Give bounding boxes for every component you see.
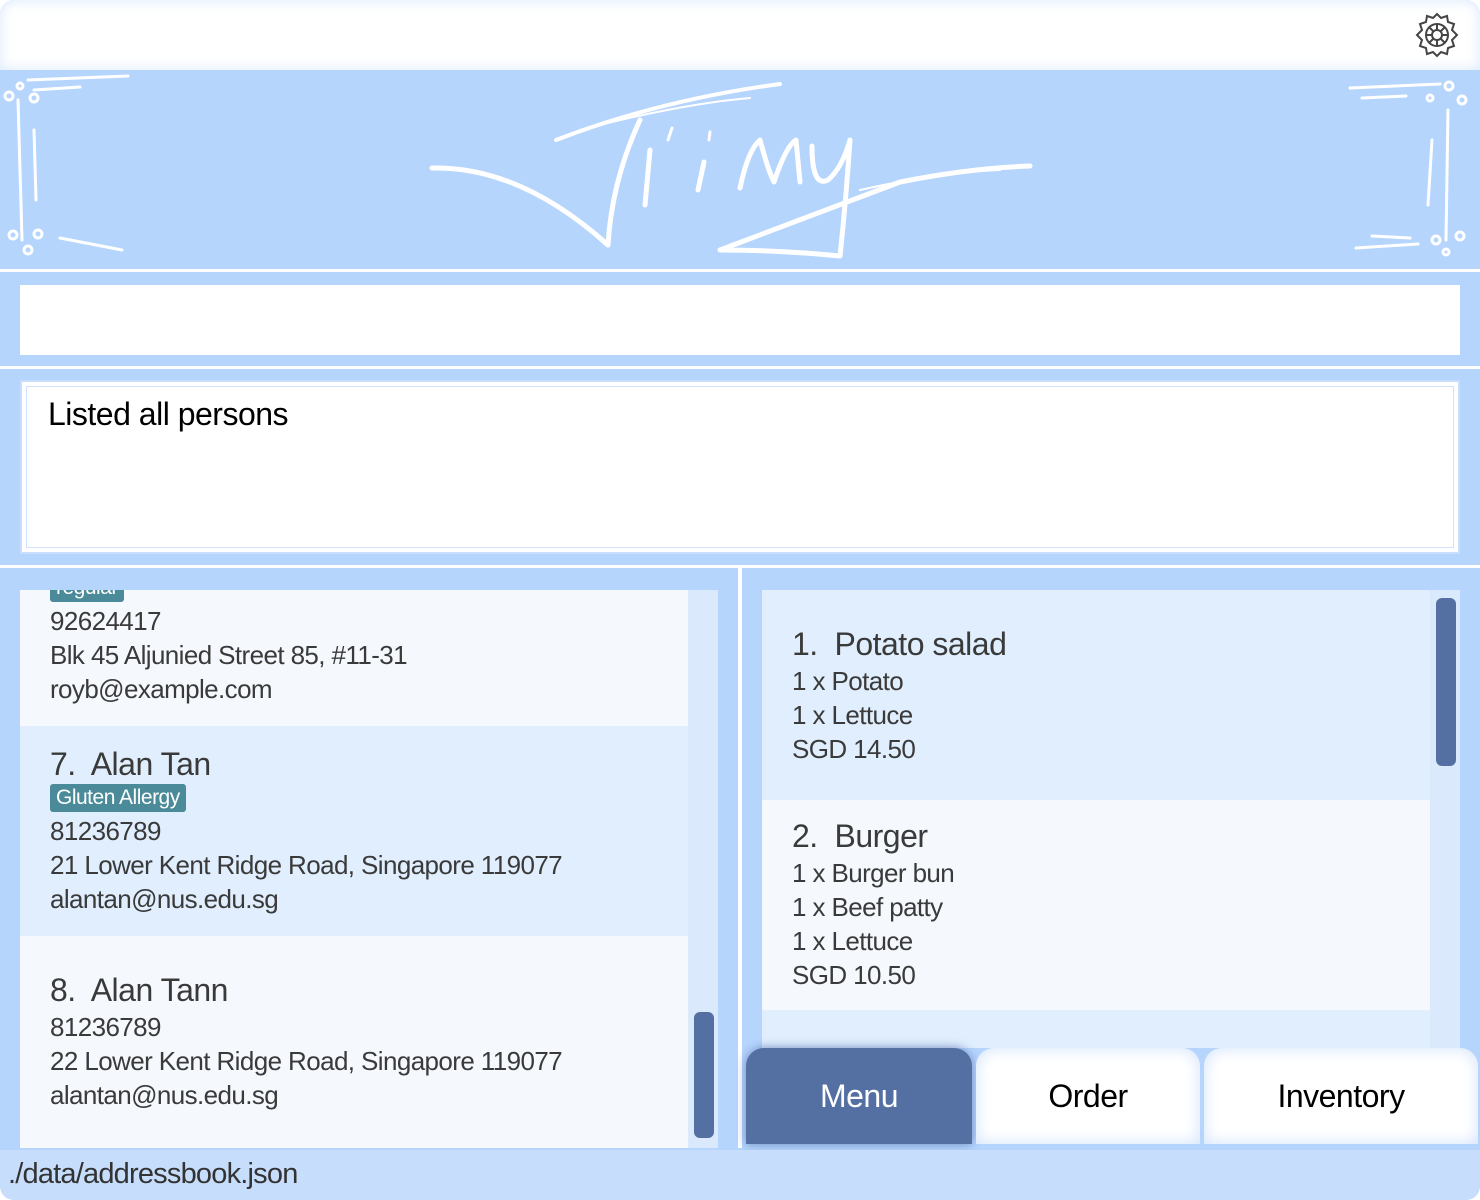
menu-item-ingredient: 1 x Lettuce [792,700,913,730]
command-divider [0,366,1480,369]
menu-item-price: SGD 10.50 [792,960,916,990]
panel-divider [738,568,742,1148]
menu-item-index: 1. [792,626,818,662]
person-title: 7. Alan Tan [50,746,211,783]
person-card[interactable]: regular 92624417 Blk 45 Aljunied Street … [20,590,688,726]
app-banner [0,70,1480,270]
person-index: 8. [50,972,76,1008]
person-title: 8. Alan Tann [50,972,228,1009]
person-phone: 81236789 [50,816,161,846]
menu-item-ingredient: 1 x Burger bun [792,858,955,888]
menu-item-ingredient: 1 x Potato [792,666,904,696]
menu-item-name: Potato salad [834,626,1007,662]
person-card[interactable]: 7. Alan Tan Gluten Allergy 81236789 21 L… [20,726,688,936]
menu-item-index: 2. [792,818,818,854]
person-address: 22 Lower Kent Ridge Road, Singapore 1190… [50,1046,563,1076]
menu-item-card[interactable]: 1. Potato salad 1 x Potato 1 x Lettuce S… [762,590,1430,800]
status-file-path: ./data/addressbook.json [8,1158,298,1190]
person-name: Alan Tann [90,972,229,1008]
menu-item-ingredient: 1 x Lettuce [792,926,913,956]
menu-item-name: Burger [834,818,928,854]
menu-list[interactable]: 1. Potato salad 1 x Potato 1 x Lettuce S… [762,590,1430,1048]
menu-item-ingredient: 1 x Beef patty [792,892,943,922]
banner-divider [0,269,1480,272]
result-display: Listed all persons [20,380,1460,554]
tab-order[interactable]: Order [976,1048,1200,1144]
person-list-scroll-thumb[interactable] [694,1012,714,1138]
main-window: Listed all persons regular 92624417 Blk … [0,0,1480,1200]
person-email: royb@example.com [50,674,273,704]
command-input[interactable] [20,285,1460,355]
person-name: Alan Tan [90,746,211,782]
person-tag: regular [50,590,124,602]
person-list[interactable]: regular 92624417 Blk 45 Aljunied Street … [20,590,688,1148]
person-email: alantan@nus.edu.sg [50,884,279,914]
menu-item-price: SGD 14.50 [792,734,916,764]
result-message: Listed all persons [48,396,289,432]
menu-item-title: 2. Burger [792,818,928,855]
person-phone: 92624417 [50,606,161,636]
tab-inventory[interactable]: Inventory [1204,1048,1478,1144]
title-bar [0,0,1480,70]
menu-item-title: 1. Potato salad [792,626,1007,663]
person-address: Blk 45 Aljunied Street 85, #11-31 [50,640,408,670]
gear-icon[interactable] [1412,10,1462,60]
menu-list-scroll-thumb[interactable] [1436,598,1456,766]
status-bar: ./data/addressbook.json [0,1150,1480,1200]
person-index: 7. [50,746,76,782]
person-address: 21 Lower Kent Ridge Road, Singapore 1190… [50,850,563,880]
person-card[interactable]: 8. Alan Tann 81236789 22 Lower Kent Ridg… [20,936,688,1148]
banner-art [3,74,1468,259]
tab-menu[interactable]: Menu [746,1048,972,1144]
person-tag: Gluten Allergy [50,784,186,812]
person-email: alantan@nus.edu.sg [50,1080,279,1110]
person-phone: 81236789 [50,1012,161,1042]
menu-item-card[interactable]: 2. Burger 1 x Burger bun 1 x Beef patty … [762,800,1430,1010]
